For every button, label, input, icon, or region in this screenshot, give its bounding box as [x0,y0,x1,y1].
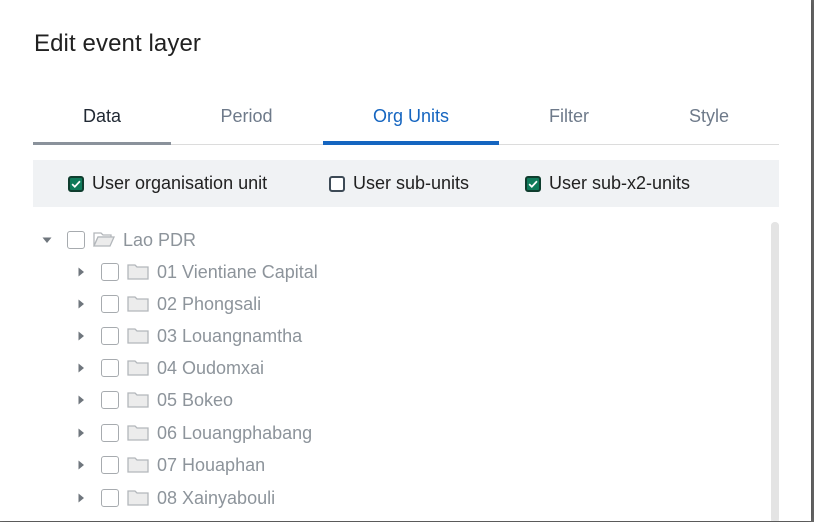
user-sub-x2-units-label: User sub-x2-units [549,173,691,193]
caret-right-icon[interactable] [74,458,88,472]
tree-checkbox[interactable] [101,263,119,281]
tree-checkbox[interactable] [67,231,85,249]
tree-checkbox[interactable] [101,424,119,442]
tab-style[interactable]: Style [659,90,759,143]
folder-icon [127,263,149,281]
user-org-unit-label: User organisation unit [92,173,268,193]
tree-checkbox[interactable] [101,327,119,345]
tree-node[interactable]: 07 Houaphan [74,451,265,479]
active-tab-indicator [323,141,499,145]
tree-node-label: 01 Vientiane Capital [157,261,318,282]
caret-right-icon[interactable] [74,393,88,407]
tree-root-label: Lao PDR [123,229,197,250]
tab-org-units[interactable]: Org Units [323,90,499,143]
tree-checkbox[interactable] [101,295,119,313]
tree-checkbox[interactable] [101,359,119,377]
user-sub-units-checkbox[interactable] [329,175,345,192]
tree-scrollbar[interactable] [771,222,779,521]
user-sub-x2-units-option[interactable]: User sub-x2-units [525,160,690,207]
folder-icon [127,327,149,345]
tree-node-label: 08 Xainyabouli [157,487,276,508]
dialog-title: Edit event layer [34,30,202,57]
tree-node[interactable]: 02 Phongsali [74,290,261,318]
user-sub-units-option[interactable]: User sub-units [329,160,469,207]
scrollbar-thumb[interactable] [771,222,779,521]
tree-node-label: 05 Bokeo [157,389,234,410]
user-sub-x2-units-checkbox[interactable] [525,175,541,192]
user-org-unit-checkbox[interactable] [68,175,84,192]
caret-right-icon[interactable] [74,265,88,279]
tree-node-label: 06 Louangphabang [157,422,313,443]
caret-right-icon[interactable] [74,297,88,311]
caret-down-icon[interactable] [40,233,54,247]
tree-node-label: 03 Louangnamtha [157,325,303,346]
tree-checkbox[interactable] [101,456,119,474]
tree-node[interactable]: 03 Louangnamtha [74,322,302,350]
folder-icon [127,391,149,409]
folder-open-icon [93,231,115,249]
tree-checkbox[interactable] [101,489,119,507]
tab-data[interactable]: Data [33,90,171,143]
tree-root-node[interactable]: Lao PDR [40,226,196,254]
folder-icon [127,489,149,507]
tree-node[interactable]: 08 Xainyabouli [74,484,275,512]
user-sub-units-label: User sub-units [353,173,470,193]
folder-icon [127,456,149,474]
user-org-unit-selector: User organisation unit User sub-units Us… [33,160,779,207]
caret-right-icon[interactable] [74,426,88,440]
tab-bar: Data Period Org Units Filter Style [33,90,779,145]
check-icon [71,180,81,188]
tree-node-label: 07 Houaphan [157,454,266,475]
tree-node-label: 02 Phongsali [157,293,262,314]
tree-node-label: 04 Oudomxai [157,357,265,378]
user-org-unit-option[interactable]: User organisation unit [68,160,267,207]
tree-node[interactable]: 01 Vientiane Capital [74,258,318,286]
tree-checkbox[interactable] [101,391,119,409]
tab-period[interactable]: Period [189,90,304,143]
check-icon [528,180,538,188]
folder-icon [127,359,149,377]
org-unit-tree: Lao PDR 01 Vientiane Capital 02 Phongsal… [40,222,760,522]
tree-node[interactable]: 04 Oudomxai [74,354,264,382]
caret-right-icon[interactable] [74,491,88,505]
folder-icon [127,295,149,313]
tab-filter[interactable]: Filter [523,90,615,143]
edit-event-layer-dialog: Edit event layer Data Period Org Units F… [0,0,811,521]
tree-node[interactable]: 05 Bokeo [74,386,233,414]
folder-icon [127,424,149,442]
caret-right-icon[interactable] [74,361,88,375]
tree-node[interactable]: 06 Louangphabang [74,419,312,447]
tab-data-underline [33,142,171,145]
caret-right-icon[interactable] [74,329,88,343]
